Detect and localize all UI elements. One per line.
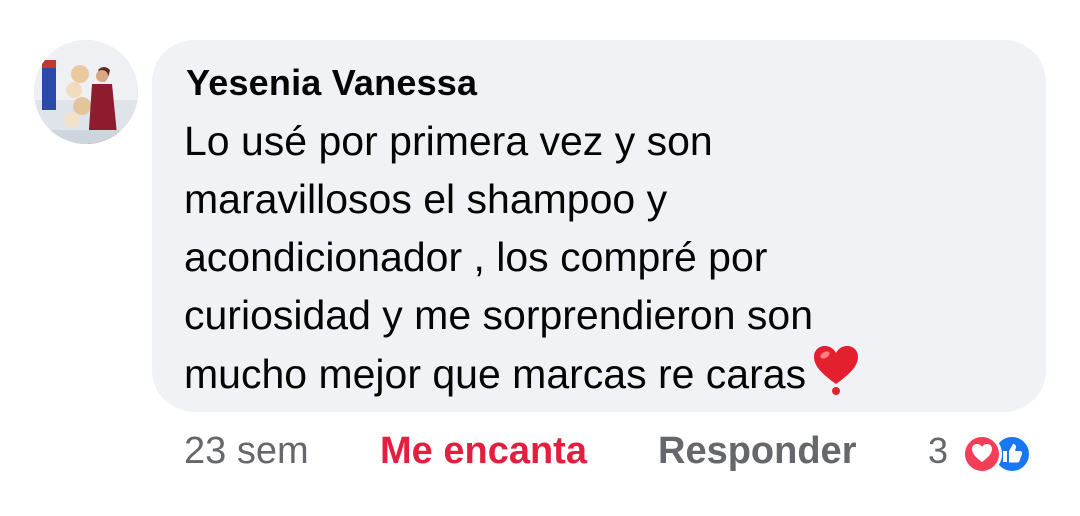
- love-reaction-button[interactable]: Me encanta: [380, 430, 587, 473]
- comment-line: acondicionador , los compré por: [184, 234, 768, 280]
- comment-line: mucho mejor que marcas re caras: [184, 351, 807, 397]
- comment-line: maravillosos el shampoo y: [184, 176, 668, 222]
- comment-timestamp[interactable]: 23 sem: [184, 430, 309, 473]
- reply-button[interactable]: Responder: [658, 430, 856, 473]
- comment-line: Lo usé por primera vez y son: [184, 118, 713, 164]
- comment-author[interactable]: Yesenia Vanessa: [186, 62, 477, 104]
- comment-text: Lo usé por primera vez y son maravilloso…: [184, 112, 1014, 411]
- reaction-count: 3: [928, 430, 949, 471]
- comment-bubble: Yesenia Vanessa Lo usé por primera vez y…: [152, 40, 1046, 412]
- love-reaction-icon: [962, 434, 1002, 474]
- comment-last-line: mucho mejor que marcas re caras: [184, 344, 1014, 411]
- avatar-photo: [34, 40, 138, 144]
- comment-actions: 23 sem Me encanta Responder 3: [0, 430, 1080, 480]
- avatar[interactable]: [34, 40, 138, 144]
- comment-line: curiosidad y me sorprendieron son: [184, 292, 813, 338]
- red-heart-icon: [812, 344, 860, 411]
